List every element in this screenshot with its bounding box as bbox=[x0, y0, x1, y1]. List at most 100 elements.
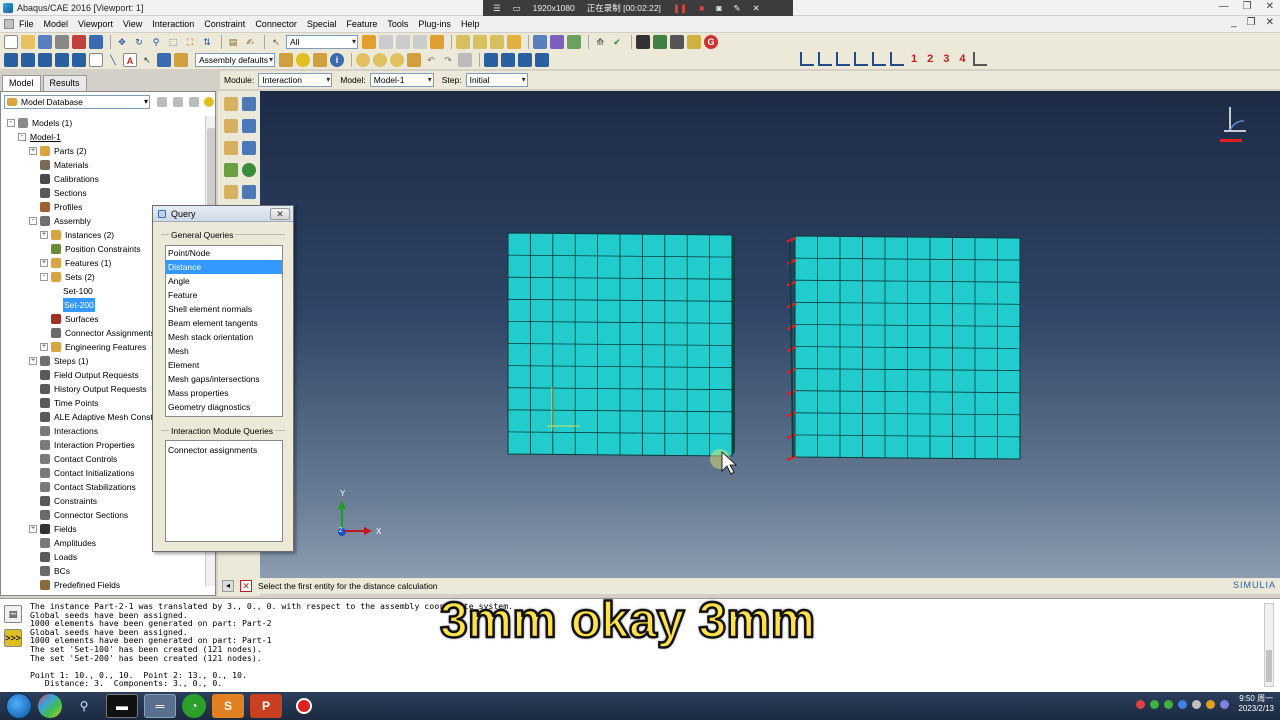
box-zoom-icon[interactable]: ⬚ bbox=[166, 35, 180, 49]
tray-network-icon[interactable] bbox=[1192, 699, 1202, 709]
viewport-restore-button[interactable]: ❐ bbox=[1247, 17, 1256, 28]
select-circle-icon[interactable] bbox=[379, 35, 393, 49]
ruler-icon[interactable]: ▤ bbox=[226, 35, 240, 49]
reset-icon[interactable] bbox=[458, 53, 472, 67]
display-group-select[interactable]: Assembly defaults bbox=[195, 53, 275, 67]
query-dialog-close-button[interactable]: ✕ bbox=[270, 208, 290, 220]
rotate-icon[interactable]: ↻ bbox=[132, 35, 146, 49]
pause-icon[interactable]: ❚❚ bbox=[673, 3, 687, 14]
query-option[interactable]: Angle bbox=[166, 274, 282, 288]
powerpoint-icon[interactable]: P bbox=[250, 694, 282, 718]
tray-chat-icon[interactable] bbox=[1206, 699, 1216, 709]
query-option[interactable]: Geometry diagnostics bbox=[166, 400, 282, 414]
camera-icon[interactable]: ◙ bbox=[716, 3, 721, 13]
menu-file[interactable]: File bbox=[14, 19, 39, 29]
text-annotation-icon[interactable]: A bbox=[123, 53, 137, 67]
create-constraint-icon[interactable] bbox=[224, 141, 238, 155]
menu-help[interactable]: Help bbox=[456, 19, 485, 29]
query-icon[interactable]: ✍ bbox=[243, 35, 257, 49]
tray-input-icon[interactable] bbox=[1220, 699, 1230, 709]
query-option[interactable]: Mass properties bbox=[166, 386, 282, 400]
section-view-3-icon[interactable] bbox=[518, 53, 532, 67]
stop-icon[interactable]: ■ bbox=[699, 3, 704, 13]
menu-interaction[interactable]: Interaction bbox=[147, 19, 199, 29]
query-option[interactable]: Element bbox=[166, 358, 282, 372]
tree-node[interactable]: - Models (1) bbox=[1, 116, 206, 130]
tray-record-icon[interactable] bbox=[1136, 699, 1146, 709]
tray-cloud-icon[interactable] bbox=[1178, 699, 1188, 709]
render-hidden-icon[interactable] bbox=[473, 35, 487, 49]
layout-icon[interactable] bbox=[4, 53, 18, 67]
replace-icon[interactable] bbox=[296, 53, 310, 67]
tray-update-icon[interactable] bbox=[1164, 699, 1174, 709]
print-icon[interactable] bbox=[55, 35, 69, 49]
record-icon[interactable] bbox=[288, 694, 320, 718]
plug-in-g-icon[interactable]: G bbox=[704, 35, 718, 49]
redo-icon[interactable]: ↷ bbox=[441, 53, 455, 67]
tree-collapse-icon[interactable] bbox=[189, 97, 199, 107]
view-1-button[interactable]: 1 bbox=[911, 53, 917, 65]
model-database-select[interactable]: Model Database bbox=[4, 95, 150, 109]
fastener-manager-icon[interactable] bbox=[242, 185, 256, 199]
viewport-close-button[interactable]: ✕ bbox=[1266, 17, 1274, 28]
menu-model[interactable]: Model bbox=[39, 19, 74, 29]
tree-expand-icon[interactable] bbox=[173, 97, 183, 107]
select-arrow-icon[interactable]: ↖ bbox=[269, 35, 283, 49]
layout-5-icon[interactable] bbox=[72, 53, 86, 67]
menu-viewport[interactable]: Viewport bbox=[73, 19, 118, 29]
abaqus-taskbar-icon[interactable]: ═ bbox=[144, 694, 176, 718]
open-folder-icon[interactable] bbox=[21, 35, 35, 49]
module-select[interactable]: Interaction bbox=[258, 73, 333, 87]
query-option[interactable]: Mesh stack orientation bbox=[166, 330, 282, 344]
tree-collapse-icon[interactable]: - bbox=[18, 133, 26, 141]
pan-icon[interactable]: ✥ bbox=[115, 35, 129, 49]
tree-expand-icon[interactable]: + bbox=[29, 357, 37, 365]
query-option[interactable]: Feature bbox=[166, 288, 282, 302]
color-code-icon[interactable]: ✔ bbox=[610, 35, 624, 49]
tree-node[interactable]: BCs bbox=[1, 564, 206, 578]
pick-line-icon[interactable]: ╲ bbox=[106, 53, 120, 67]
tree-node[interactable]: + Parts (2) bbox=[1, 144, 206, 158]
model-select[interactable]: Model-1 bbox=[369, 73, 434, 87]
interaction-manager-icon[interactable] bbox=[242, 97, 256, 111]
viewport-minimize-button[interactable]: _ bbox=[1231, 17, 1237, 28]
fit-view-icon[interactable]: ⛶ bbox=[183, 35, 197, 49]
select-polygon-icon[interactable] bbox=[396, 35, 410, 49]
menu-plug-ins[interactable]: Plug-ins bbox=[413, 19, 456, 29]
tree-tip-icon[interactable] bbox=[204, 97, 214, 107]
menu-tools[interactable]: Tools bbox=[382, 19, 413, 29]
tree-filter-icon[interactable] bbox=[157, 97, 167, 107]
section-view-icon[interactable] bbox=[484, 53, 498, 67]
recorder-close-icon[interactable]: ✕ bbox=[753, 3, 760, 14]
render-wire-icon[interactable] bbox=[456, 35, 470, 49]
constraint-manager-icon[interactable] bbox=[242, 141, 256, 155]
query-option[interactable]: Beam element tangents bbox=[166, 316, 282, 330]
info-icon[interactable]: i bbox=[330, 53, 344, 67]
view-2-button[interactable]: 2 bbox=[927, 53, 933, 65]
csys-icon[interactable] bbox=[890, 52, 904, 66]
color-map-icon[interactable] bbox=[653, 35, 667, 49]
mc-icon[interactable] bbox=[687, 35, 701, 49]
select-outside-icon[interactable] bbox=[430, 35, 444, 49]
view-4-button[interactable]: 4 bbox=[959, 53, 965, 65]
query-option[interactable]: Mesh gaps/intersections bbox=[166, 372, 282, 386]
add-icon[interactable] bbox=[313, 53, 327, 67]
step-select[interactable]: Initial bbox=[465, 73, 528, 87]
message-area-icon[interactable]: ▤ bbox=[4, 605, 22, 623]
csys-icon[interactable] bbox=[836, 52, 850, 66]
menu-feature[interactable]: Feature bbox=[341, 19, 382, 29]
view-front-icon[interactable] bbox=[550, 35, 564, 49]
arrow-annotation-icon[interactable] bbox=[157, 53, 171, 67]
minimize-button[interactable]: — bbox=[1219, 1, 1229, 12]
view-3-button[interactable]: 3 bbox=[943, 53, 949, 65]
maximize-button[interactable]: ❐ bbox=[1243, 1, 1252, 12]
tree-expand-icon[interactable]: + bbox=[29, 525, 37, 533]
message-scrollbar[interactable] bbox=[1264, 603, 1274, 687]
undo-icon[interactable]: ↶ bbox=[424, 53, 438, 67]
tree-node[interactable]: Predefined Fields bbox=[1, 578, 206, 592]
menu-icon[interactable]: ☰ bbox=[493, 3, 501, 14]
create-interaction-icon[interactable] bbox=[224, 97, 238, 111]
query-option[interactable]: Shell element normals bbox=[166, 302, 282, 316]
query-option[interactable]: Mesh bbox=[166, 344, 282, 358]
tray-security-icon[interactable] bbox=[1150, 699, 1160, 709]
